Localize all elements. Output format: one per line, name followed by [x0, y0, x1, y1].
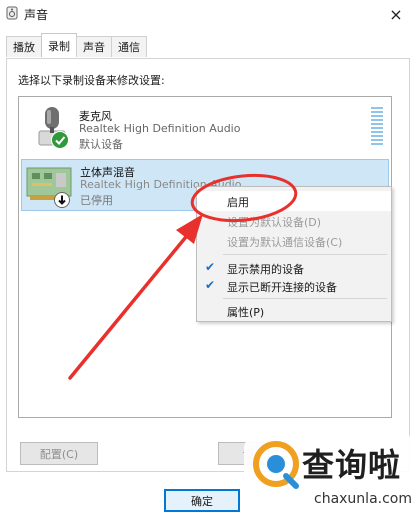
- menu-item-properties[interactable]: 属性(P): [197, 301, 391, 321]
- menu-separator: [223, 254, 387, 255]
- check-icon: ✔: [205, 278, 216, 292]
- tab-label: 声音: [83, 41, 105, 54]
- close-button[interactable]: ×: [374, 0, 418, 28]
- menu-separator: [223, 298, 387, 299]
- tab-sounds[interactable]: 声音: [76, 36, 112, 57]
- instruction-label: 选择以下录制设备来修改设置:: [18, 74, 165, 87]
- tab-recording[interactable]: 录制: [41, 33, 77, 57]
- watermark-logo-icon: [253, 441, 299, 489]
- device-status: 已停用: [80, 194, 113, 207]
- menu-item-label: 启用: [227, 196, 249, 209]
- context-menu: 启用 设置为默认设备(D) 设置为默认通信设备(C) ✔ 显示禁用的设备 ✔ 显示已…: [196, 186, 392, 322]
- tab-communications[interactable]: 通信: [111, 36, 147, 57]
- level-meter: [371, 107, 383, 145]
- button-label: 配置(C): [39, 447, 79, 461]
- window-title: 声音: [24, 8, 49, 22]
- tab-label: 录制: [48, 39, 70, 53]
- menu-item-label: 显示已断开连接的设备: [227, 281, 337, 294]
- watermark-url: chaxunla.com: [314, 491, 412, 507]
- menu-item-label: 设置为默认通信设备(C): [227, 236, 343, 249]
- speaker-icon: [6, 6, 18, 20]
- menu-item-enable[interactable]: 启用: [197, 191, 391, 211]
- tab-bar: 播放 录制 声音 通信: [6, 33, 147, 58]
- title-bar: 声音 ×: [0, 0, 418, 28]
- menu-item-set-default-comm: 设置为默认通信设备(C): [197, 231, 391, 251]
- default-check-icon: [51, 131, 69, 149]
- device-microphone[interactable]: 麦克风 Realtek High Definition Audio 默认设备: [21, 101, 389, 153]
- button-label: 确定: [191, 494, 213, 508]
- disabled-down-arrow-icon: [54, 192, 70, 208]
- tab-label: 播放: [13, 41, 35, 54]
- menu-item-set-default: 设置为默认设备(D): [197, 211, 391, 231]
- configure-button[interactable]: 配置(C): [20, 442, 98, 465]
- watermark: 查询啦 chaxunla.com: [244, 436, 418, 525]
- tab-label: 通信: [118, 41, 140, 54]
- device-driver: Realtek High Definition Audio: [79, 122, 241, 135]
- ok-button[interactable]: 确定: [164, 489, 240, 512]
- device-status: 默认设备: [79, 138, 123, 151]
- menu-item-label: 属性(P): [227, 306, 265, 319]
- watermark-name: 查询啦: [302, 446, 402, 484]
- menu-item-show-disabled[interactable]: ✔ 显示禁用的设备: [197, 258, 391, 278]
- tab-playback[interactable]: 播放: [6, 36, 42, 57]
- close-icon: ×: [389, 4, 403, 24]
- menu-item-label: 设置为默认设备(D): [227, 216, 322, 229]
- menu-item-label: 显示禁用的设备: [227, 263, 304, 276]
- check-icon: ✔: [205, 260, 216, 274]
- menu-item-show-disconnected[interactable]: ✔ 显示已断开连接的设备: [197, 276, 391, 296]
